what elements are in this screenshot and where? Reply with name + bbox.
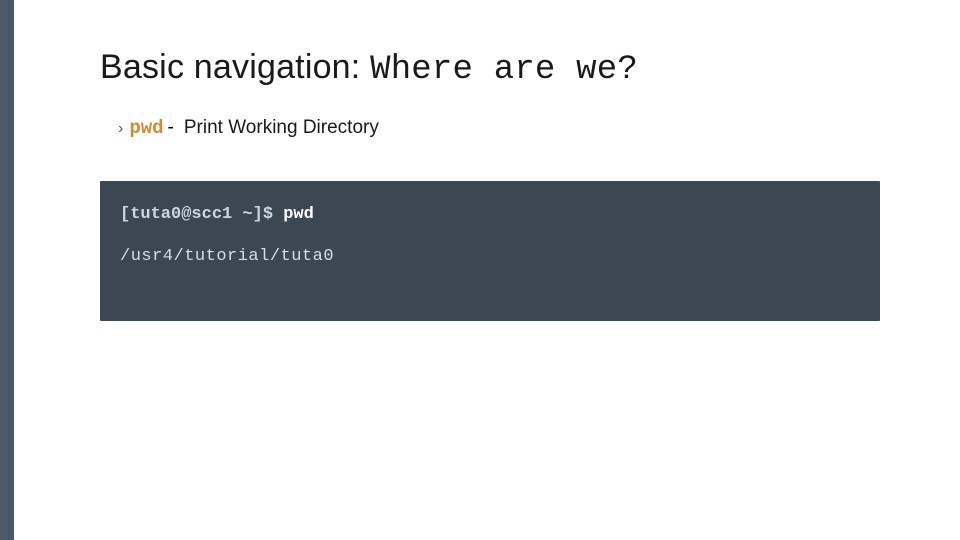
slide-content: Basic navigation: Where are we? › pwd - … — [0, 0, 960, 540]
bullet-glyph: › — [118, 120, 123, 138]
bullet-line: › pwd - Print Working Directory — [118, 117, 890, 139]
terminal-block: [tuta0@scc1 ~]$ pwd /usr4/tutorial/tuta0 — [100, 181, 880, 321]
slide-title: Basic navigation: Where are we? — [100, 48, 890, 89]
title-plain: Basic navigation: — [100, 48, 370, 86]
bullet-separator: - — [168, 117, 174, 139]
terminal-prompt: [tuta0@scc1 ~]$ — [120, 205, 283, 224]
terminal-output: /usr4/tutorial/tuta0 — [120, 245, 860, 269]
terminal-line-1: [tuta0@scc1 ~]$ pwd — [120, 203, 860, 227]
terminal-typed-command: pwd — [283, 205, 314, 224]
title-mono: Where are we? — [370, 51, 638, 89]
bullet-command: pwd — [129, 117, 163, 139]
bullet-description: Print Working Directory — [184, 117, 379, 139]
